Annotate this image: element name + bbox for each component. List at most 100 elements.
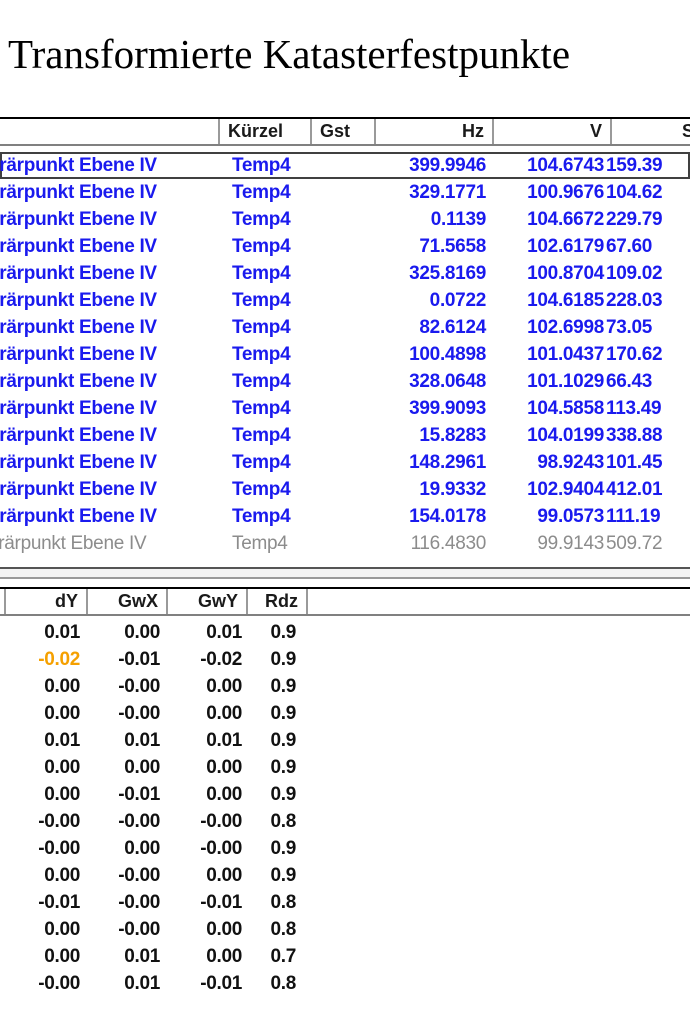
header-gwx[interactable]: GwX — [88, 589, 168, 614]
table-row[interactable]: 0.00 -0.01 0.00 0.9 — [0, 781, 690, 808]
table-row[interactable]: 0.01 0.01 0.01 0.9 — [0, 727, 690, 754]
table-row[interactable]: orärpunkt Ebene IV Temp4 399.9093 104.5858 1… — [0, 395, 690, 422]
hz-cell: 100.4898 — [409, 344, 486, 365]
s-cell: 101.45 — [606, 452, 663, 473]
table-row[interactable]: orärpunkt Ebene IV Temp4 154.0178 99.0573 11… — [0, 503, 690, 530]
table-row[interactable]: orärpunkt Ebene IV Temp4 0.0722 104.6185 228… — [0, 287, 690, 314]
header-gst[interactable]: Gst — [312, 119, 376, 144]
s-cell: 170.62 — [606, 344, 663, 365]
header-gwy[interactable]: GwY — [168, 589, 248, 614]
table-row[interactable]: 0.00 -0.00 0.00 0.9 — [0, 673, 690, 700]
table-row[interactable]: 0.01 0.00 0.01 0.9 — [0, 619, 690, 646]
table-row[interactable]: orärpunkt Ebene IV Temp4 100.4898 101.0437 1… — [0, 341, 690, 368]
table-row[interactable]: orärpunkt Ebene IV Temp4 19.9332 102.9404 41… — [0, 476, 690, 503]
table-row[interactable]: orärpunkt Ebene IV Temp4 399.9946 104.6743 1… — [0, 152, 690, 179]
kurzel-cell: Temp4 — [232, 155, 291, 176]
table-row[interactable]: -0.02 -0.01 -0.02 0.9 — [0, 646, 690, 673]
gwy-cell: -0.00 — [200, 838, 242, 859]
header-s[interactable]: S — [612, 119, 690, 144]
header-name-column[interactable] — [0, 119, 220, 144]
table-row[interactable]: -0.01 -0.00 -0.01 0.8 — [0, 889, 690, 916]
kurzel-cell: Temp4 — [232, 182, 291, 203]
s-cell: 338.88 — [606, 425, 663, 446]
gwx-cell: -0.00 — [118, 892, 160, 913]
v-cell: 102.9404 — [527, 479, 604, 500]
gwy-cell: 0.00 — [206, 865, 242, 886]
rdz-cell: 0.9 — [270, 757, 296, 778]
residuals-grid[interactable]: dY GwX GwY Rdz 0.01 0.00 0.01 0.9 -0.02 -0.01… — [0, 587, 690, 1007]
table-row[interactable]: -0.00 0.01 -0.01 0.8 — [0, 970, 690, 997]
gwy-cell: 0.00 — [206, 757, 242, 778]
v-cell: 104.6743 — [527, 155, 604, 176]
table-row[interactable]: -0.00 0.00 -0.00 0.9 — [0, 835, 690, 862]
header-rdz[interactable]: Rdz — [248, 589, 308, 614]
table-row[interactable]: 0.00 -0.00 0.00 0.9 — [0, 700, 690, 727]
gwx-cell: -0.00 — [118, 703, 160, 724]
table-row[interactable]: 0.00 0.00 0.00 0.9 — [0, 754, 690, 781]
gwy-cell: -0.02 — [200, 649, 242, 670]
v-cell: 99.0573 — [537, 506, 604, 527]
rdz-cell: 0.7 — [270, 946, 296, 967]
table-row[interactable]: -0.00 -0.00 -0.00 0.8 — [0, 808, 690, 835]
table-row[interactable]: orärpunkt Ebene IV Temp4 325.8169 100.8704 1… — [0, 260, 690, 287]
hz-cell: 0.1139 — [430, 209, 487, 230]
v-cell: 104.6672 — [527, 209, 604, 230]
grid-header: Kürzel Gst Hz V S — [0, 117, 690, 146]
v-cell: 99.9143 — [537, 533, 604, 554]
s-cell: 104.62 — [606, 182, 663, 203]
table-row[interactable]: orärpunkt Ebene IV Temp4 329.1771 100.9676 1… — [0, 179, 690, 206]
hz-cell: 116.4830 — [410, 533, 487, 554]
point-name-cell: orärpunkt Ebene IV — [0, 533, 147, 554]
point-name-cell: orärpunkt Ebene IV — [0, 452, 157, 473]
kurzel-cell: Temp4 — [232, 398, 291, 419]
table-row[interactable]: orärpunkt Ebene IV Temp4 148.2961 98.9243 10… — [0, 449, 690, 476]
s-cell: 111.19 — [606, 506, 661, 527]
table-row[interactable]: orärpunkt Ebene IV Temp4 328.0648 101.1029 6… — [0, 368, 690, 395]
gwy-cell: 0.01 — [206, 622, 242, 643]
header-kurzel[interactable]: Kürzel — [220, 119, 312, 144]
panel-splitter[interactable] — [0, 567, 690, 579]
kurzel-cell: Temp4 — [232, 344, 291, 365]
kurzel-cell: Temp4 — [232, 317, 291, 338]
v-cell: 101.0437 — [527, 344, 604, 365]
point-name-cell: orärpunkt Ebene IV — [0, 236, 157, 257]
table-row[interactable]: 0.00 -0.00 0.00 0.9 — [0, 862, 690, 889]
kurzel-cell: Temp4 — [232, 479, 291, 500]
table-row[interactable]: 0.00 0.01 0.00 0.7 — [0, 943, 690, 970]
gwy-cell: 0.00 — [206, 946, 242, 967]
point-name-cell: orärpunkt Ebene IV — [0, 209, 157, 230]
kurzel-cell: Temp4 — [232, 533, 288, 554]
hz-cell: 19.9332 — [419, 479, 486, 500]
table-row[interactable]: 0.00 -0.00 0.00 0.8 — [0, 916, 690, 943]
table-row[interactable]: orärpunkt Ebene IV Temp4 0.1139 104.6672 229… — [0, 206, 690, 233]
header-dy[interactable]: dY — [6, 589, 88, 614]
dy-cell: 0.00 — [44, 676, 80, 697]
gwx-cell: 0.01 — [124, 973, 160, 994]
s-cell: 412.01 — [606, 479, 663, 500]
hz-cell: 399.9946 — [409, 155, 486, 176]
kurzel-cell: Temp4 — [232, 290, 291, 311]
rdz-cell: 0.9 — [270, 730, 296, 751]
table-row[interactable]: orärpunkt Ebene IV Temp4 82.6124 102.6998 73… — [0, 314, 690, 341]
table-row[interactable]: orärpunkt Ebene IV Temp4 15.8283 104.0199 33… — [0, 422, 690, 449]
gwx-cell: 0.00 — [124, 838, 160, 859]
v-cell: 102.6179 — [527, 236, 604, 257]
header-v[interactable]: V — [494, 119, 612, 144]
kurzel-cell: Temp4 — [232, 209, 291, 230]
table-row[interactable]: orärpunkt Ebene IV Temp4 71.5658 102.6179 67… — [0, 233, 690, 260]
hz-cell: 399.9093 — [409, 398, 486, 419]
gwx-cell: 0.00 — [124, 622, 160, 643]
v-cell: 100.8704 — [527, 263, 604, 284]
gwx-cell: -0.00 — [118, 919, 160, 940]
gwy-cell: 0.00 — [206, 784, 242, 805]
s-cell: 73.05 — [606, 317, 653, 338]
rdz-cell: 0.9 — [270, 622, 296, 643]
table-row[interactable]: orärpunkt Ebene IV Temp4 116.4830 99.9143 50… — [0, 530, 690, 557]
point-name-cell: orärpunkt Ebene IV — [0, 155, 157, 176]
measurements-grid[interactable]: Kürzel Gst Hz V S orärpunkt Ebene IV Temp… — [0, 117, 690, 561]
v-cell: 102.6998 — [527, 317, 604, 338]
dy-cell: 0.00 — [44, 946, 80, 967]
header-hz[interactable]: Hz — [376, 119, 494, 144]
s-cell: 109.02 — [606, 263, 663, 284]
s-cell: 509.72 — [606, 533, 663, 554]
